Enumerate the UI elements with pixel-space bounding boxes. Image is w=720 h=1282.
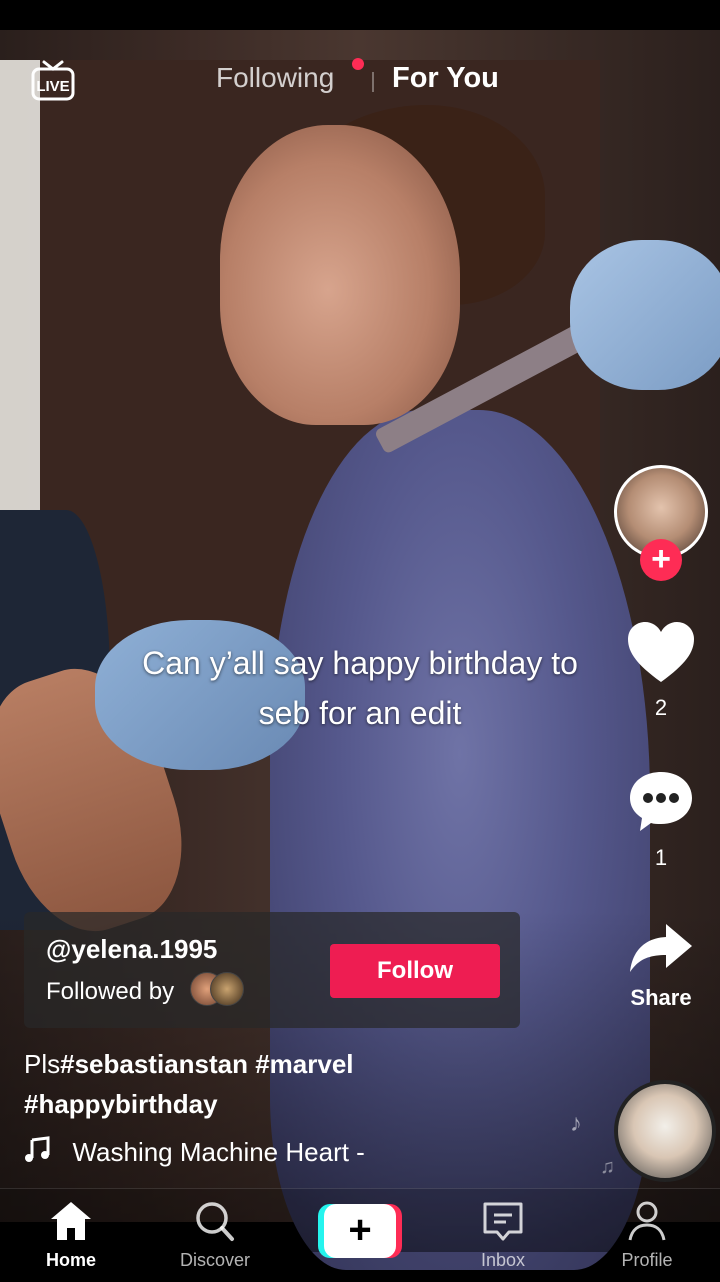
home-icon xyxy=(51,1202,91,1240)
like-button[interactable]: 2 xyxy=(620,620,702,721)
share-icon[interactable] xyxy=(626,920,696,976)
profile-icon xyxy=(628,1201,666,1241)
plus-icon: + xyxy=(324,1204,396,1258)
description-text: Pls xyxy=(24,1049,61,1079)
nav-label: Profile xyxy=(621,1250,673,1270)
music-disc-button[interactable] xyxy=(614,1080,716,1182)
person-head xyxy=(220,125,460,425)
music-title: Washing Machine Heart - xyxy=(72,1137,365,1167)
nav-label: Discover xyxy=(179,1250,250,1270)
comment-count: 1 xyxy=(654,845,668,870)
inbox-icon xyxy=(483,1202,523,1241)
mutual-followers-avatars[interactable] xyxy=(190,972,250,1006)
creator-avatar-button[interactable]: + xyxy=(614,465,708,581)
glove-right xyxy=(570,240,720,390)
video-description: Pls#sebastianstan #marvel #happybirthday xyxy=(24,1044,544,1124)
create-video-button[interactable]: + xyxy=(318,1204,402,1258)
follow-plus-icon[interactable]: + xyxy=(640,539,682,581)
nav-profile[interactable]: Profile xyxy=(592,1199,702,1271)
tab-following[interactable]: Following xyxy=(216,62,334,94)
nav-inbox[interactable]: Inbox xyxy=(448,1199,558,1271)
status-bar xyxy=(0,0,720,30)
video-overlay-text: Can y’all say happy birthday to seb for … xyxy=(142,645,578,731)
music-note-icon: ♫ xyxy=(600,1156,615,1178)
music-note-icon xyxy=(24,1136,54,1169)
feed-tabs: Following For You xyxy=(0,58,720,102)
username-link[interactable]: @yelena.1995 xyxy=(46,934,217,965)
hashtags[interactable]: #sebastianstan #marvel #happybirthday xyxy=(24,1049,354,1119)
avatar xyxy=(210,972,244,1006)
share-button[interactable]: Share xyxy=(620,920,702,1011)
tiktok-feed-screen: LIVE Following For You Can y’all say hap… xyxy=(0,0,720,1282)
nav-home[interactable]: Home xyxy=(16,1199,126,1271)
music-note-icon: ♪ xyxy=(570,1110,582,1137)
comment-button[interactable]: 1 xyxy=(620,768,702,871)
background-wall xyxy=(0,60,40,510)
tab-separator xyxy=(372,72,374,92)
creator-info-card: @yelena.1995 Followed by Follow xyxy=(24,912,520,1028)
tab-for-you[interactable]: For You xyxy=(392,62,499,95)
like-count: 2 xyxy=(654,695,668,720)
search-icon xyxy=(196,1202,234,1241)
nav-label: Inbox xyxy=(480,1250,526,1270)
nav-discover[interactable]: Discover xyxy=(160,1199,270,1271)
nav-label: Home xyxy=(45,1250,96,1270)
followed-by-label: Followed by xyxy=(46,978,175,1005)
follow-button[interactable]: Follow xyxy=(330,944,500,998)
music-ticker[interactable]: Washing Machine Heart - xyxy=(24,1136,404,1172)
home-indicator-strip xyxy=(0,1276,720,1282)
notification-dot xyxy=(352,58,364,70)
comment-icon[interactable] xyxy=(626,768,696,834)
heart-icon[interactable] xyxy=(626,620,696,684)
share-label: Share xyxy=(630,985,692,1010)
